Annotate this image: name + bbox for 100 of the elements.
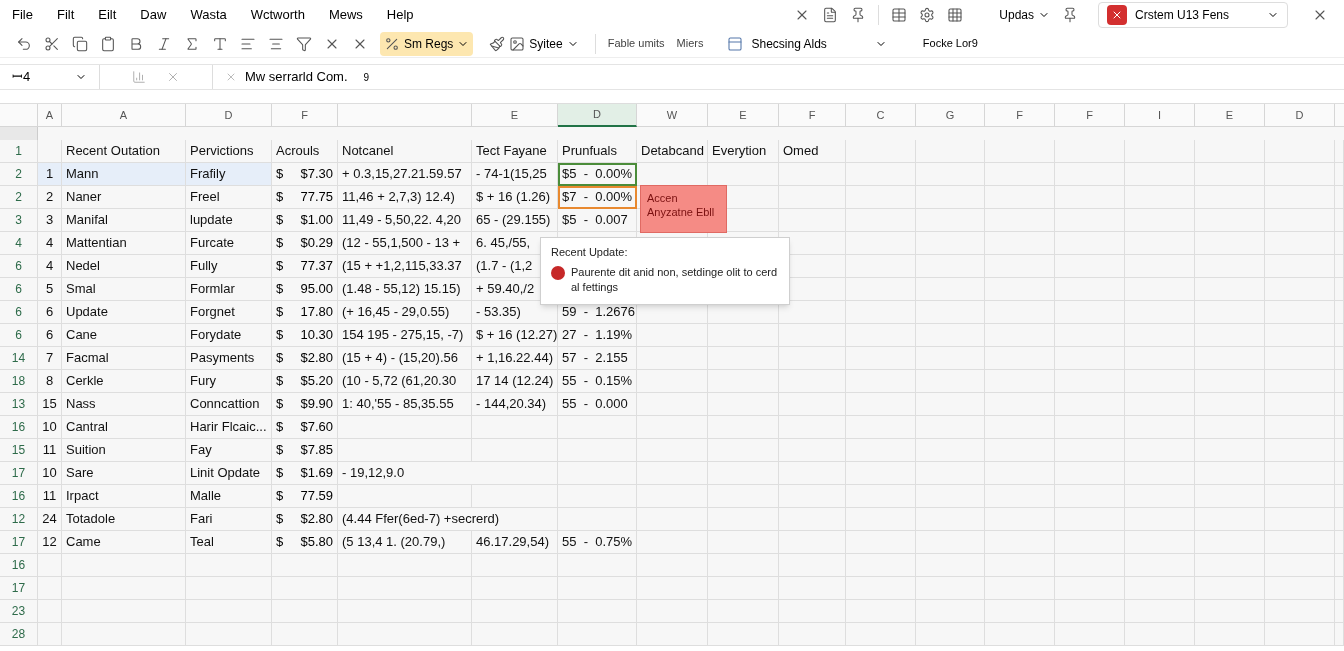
row-header[interactable]: 28 xyxy=(0,623,38,646)
name-box[interactable]: ꟷ4 xyxy=(0,65,100,89)
column-header[interactable]: D xyxy=(186,104,272,127)
row-header[interactable]: 6 xyxy=(0,301,38,324)
empty-cell xyxy=(1125,209,1195,232)
menu-item[interactable]: Wctworth xyxy=(250,5,305,25)
empty-cell xyxy=(846,439,916,462)
row-header[interactable]: 17 xyxy=(0,462,38,485)
table-cell: 55 - 0.000 xyxy=(558,393,637,416)
pin-icon[interactable] xyxy=(1062,7,1078,23)
row-header[interactable]: 2 xyxy=(0,186,38,209)
table-cell: 4 xyxy=(38,255,62,278)
copy-icon[interactable] xyxy=(72,35,88,52)
grid-icon[interactable] xyxy=(947,7,964,23)
currency-symbol: $ xyxy=(276,441,284,460)
column-header[interactable]: I xyxy=(1125,104,1195,127)
document-icon[interactable] xyxy=(822,7,839,23)
row-header[interactable]: 4 xyxy=(0,232,38,255)
row-header[interactable]: 6 xyxy=(0,278,38,301)
settings-icon[interactable] xyxy=(919,7,936,23)
column-header[interactable]: W xyxy=(637,104,708,127)
menu-item[interactable]: Mews xyxy=(328,5,363,25)
empty-cell xyxy=(1125,324,1195,347)
table-cell: Fury xyxy=(186,370,272,393)
currency-symbol: $ xyxy=(276,326,284,345)
table-cell: Update xyxy=(62,301,186,324)
empty-cell xyxy=(1055,278,1125,301)
column-header[interactable]: F xyxy=(1055,104,1125,127)
row-header[interactable]: 14 xyxy=(0,347,38,370)
currency-symbol: $ xyxy=(276,464,284,483)
error-icon xyxy=(551,265,565,280)
toolbar-dropdown[interactable]: Syitee xyxy=(485,31,583,56)
toolbar-dropdown[interactable]: Sm Regs xyxy=(380,31,474,56)
row-header[interactable]: 17 xyxy=(0,531,38,554)
empty-cell xyxy=(846,209,916,232)
empty-cell xyxy=(38,623,62,646)
row-header[interactable]: 6 xyxy=(0,324,38,347)
amount-value: $1.69 xyxy=(300,464,333,483)
menu-item[interactable]: Help xyxy=(386,5,414,25)
column-header[interactable]: A xyxy=(38,104,62,127)
ribbon-label[interactable]: Miers xyxy=(676,35,704,52)
italic-icon[interactable] xyxy=(156,35,172,52)
menu-item[interactable]: Filt xyxy=(56,5,75,25)
menu-item[interactable]: Wasta xyxy=(190,5,227,25)
row-header[interactable]: 12 xyxy=(0,508,38,531)
menu-item[interactable]: Daw xyxy=(140,5,167,25)
row-header[interactable]: 13 xyxy=(0,393,38,416)
column-header[interactable]: E xyxy=(1195,104,1265,127)
sum-icon[interactable] xyxy=(184,35,200,52)
table-icon[interactable] xyxy=(891,7,908,23)
column-header[interactable]: F xyxy=(985,104,1055,127)
account-dropdown[interactable]: Crstem U13 Fens xyxy=(1098,2,1288,28)
column-header[interactable]: D xyxy=(558,104,637,127)
row-header[interactable]: 23 xyxy=(0,600,38,623)
empty-cell xyxy=(1055,324,1125,347)
empty-cell xyxy=(1335,324,1344,347)
empty-cell xyxy=(1125,508,1195,531)
scissors-icon[interactable] xyxy=(44,35,60,52)
table-cell: Fari xyxy=(186,508,272,531)
empty-cell xyxy=(779,554,846,577)
column-header[interactable]: C xyxy=(846,104,916,127)
row-header[interactable]: 3 xyxy=(0,209,38,232)
empty-cell xyxy=(1055,439,1125,462)
table-cell: Cane xyxy=(62,324,186,347)
row-header[interactable]: 16 xyxy=(0,554,38,577)
menu-item[interactable]: Eilt xyxy=(98,5,117,25)
clipboard-icon[interactable] xyxy=(100,35,116,52)
row-header[interactable]: 16 xyxy=(0,485,38,508)
undo-icon[interactable] xyxy=(16,35,32,52)
row-header[interactable]: 1 xyxy=(0,140,38,163)
column-header[interactable]: F xyxy=(779,104,846,127)
formula-field[interactable]: Mw serrarld Com. 9 xyxy=(212,65,1344,89)
column-header[interactable]: A xyxy=(62,104,186,127)
bold-icon[interactable] xyxy=(128,35,144,52)
update-button[interactable]: Updas xyxy=(999,6,1050,24)
menu-item[interactable]: File xyxy=(12,5,33,25)
currency-symbol: $ xyxy=(276,188,284,207)
ribbon-label[interactable]: Fable umits xyxy=(607,35,665,52)
column-header[interactable]: D xyxy=(1265,104,1335,127)
empty-cell xyxy=(1335,416,1344,439)
font-icon[interactable] xyxy=(212,35,228,52)
empty-cell xyxy=(779,508,846,531)
row-header[interactable]: 17 xyxy=(0,577,38,600)
column-header[interactable]: F xyxy=(272,104,338,127)
column-header[interactable]: G xyxy=(916,104,985,127)
empty-cell xyxy=(779,439,846,462)
empty-cell xyxy=(779,462,846,485)
row-header[interactable]: 18 xyxy=(0,370,38,393)
empty-cell xyxy=(272,600,338,623)
row-header[interactable]: 15 xyxy=(0,439,38,462)
header-cell: Everytion xyxy=(708,140,779,163)
table-cell: Nedel xyxy=(62,255,186,278)
table-cell: Mattentian xyxy=(62,232,186,255)
empty-cell xyxy=(1055,531,1125,554)
row-header[interactable]: 16 xyxy=(0,416,38,439)
empty-cell xyxy=(1335,347,1344,370)
column-header[interactable]: E xyxy=(708,104,779,127)
checking-dropdown[interactable]: Shecsing Alds xyxy=(727,34,887,53)
row-header[interactable]: 6 xyxy=(0,255,38,278)
filter-icon[interactable] xyxy=(296,35,312,52)
